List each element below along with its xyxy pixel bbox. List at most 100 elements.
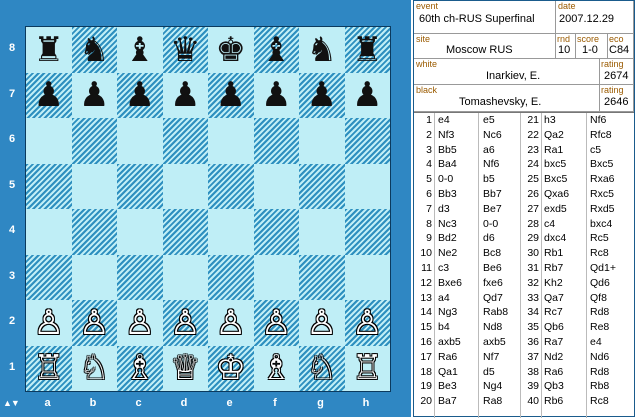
white-move[interactable]: b4: [438, 320, 450, 335]
white-move[interactable]: Ra6: [438, 350, 457, 365]
white-move[interactable]: d3: [438, 202, 450, 217]
square-g3[interactable]: [299, 254, 345, 300]
white-queen-icon[interactable]: ♕: [170, 351, 200, 385]
black-move[interactable]: Bc8: [483, 246, 501, 261]
black-pawn-icon[interactable]: ♟: [261, 78, 291, 112]
white-rook-icon[interactable]: ♖: [352, 351, 382, 385]
black-pawn-icon[interactable]: ♟: [352, 78, 382, 112]
square-a5[interactable]: [26, 163, 72, 209]
square-c7[interactable]: ♟: [117, 72, 163, 118]
square-d7[interactable]: ♟: [162, 72, 208, 118]
square-e4[interactable]: [208, 209, 254, 255]
black-move[interactable]: Ng4: [483, 379, 502, 394]
black-move[interactable]: c5: [590, 143, 601, 158]
black-move[interactable]: Rxd5: [590, 202, 615, 217]
black-move[interactable]: fxe6: [483, 276, 503, 291]
white-move[interactable]: Qb3: [544, 379, 564, 394]
square-f5[interactable]: [253, 163, 299, 209]
square-f3[interactable]: [253, 254, 299, 300]
black-move[interactable]: axb5: [483, 335, 506, 350]
square-g8[interactable]: ♞: [299, 27, 345, 73]
white-move[interactable]: Bxe6: [438, 276, 462, 291]
black-move[interactable]: Qf8: [590, 291, 607, 306]
square-h1[interactable]: ♖: [344, 345, 390, 391]
black-move[interactable]: Rd8: [590, 365, 609, 380]
black-bishop-icon[interactable]: ♝: [125, 33, 155, 67]
white-pawn-icon[interactable]: ♙: [125, 306, 155, 340]
square-e8[interactable]: ♚: [208, 27, 254, 73]
square-e5[interactable]: [208, 163, 254, 209]
square-c4[interactable]: [117, 209, 163, 255]
black-move[interactable]: Rc8: [590, 246, 609, 261]
white-move[interactable]: Rc7: [544, 305, 563, 320]
black-move[interactable]: Re8: [590, 320, 609, 335]
black-bishop-icon[interactable]: ♝: [261, 33, 291, 67]
black-move[interactable]: b5: [483, 172, 495, 187]
white-move[interactable]: Nd2: [544, 350, 563, 365]
black-pawn-icon[interactable]: ♟: [216, 78, 246, 112]
white-move[interactable]: Rb6: [544, 394, 563, 409]
square-b6[interactable]: [71, 118, 117, 164]
square-b4[interactable]: [71, 209, 117, 255]
square-b2[interactable]: ♙: [71, 300, 117, 346]
black-move[interactable]: Nf6: [483, 157, 499, 172]
black-move[interactable]: Rc8: [590, 394, 609, 409]
white-move[interactable]: a4: [438, 291, 450, 306]
white-bishop-icon[interactable]: ♗: [125, 351, 155, 385]
white-move[interactable]: c4: [544, 217, 555, 232]
white-pawn-icon[interactable]: ♙: [352, 306, 382, 340]
black-move[interactable]: Rfc8: [590, 128, 612, 143]
square-d8[interactable]: ♛: [162, 27, 208, 73]
white-move[interactable]: Ra6: [544, 365, 563, 380]
white-move[interactable]: Qa7: [544, 291, 564, 306]
white-move[interactable]: Rb1: [544, 246, 563, 261]
white-move[interactable]: Nf3: [438, 128, 454, 143]
white-move[interactable]: c3: [438, 261, 449, 276]
square-h2[interactable]: ♙: [344, 300, 390, 346]
square-d5[interactable]: [162, 163, 208, 209]
black-move[interactable]: Nc6: [483, 128, 502, 143]
square-f7[interactable]: ♟: [253, 72, 299, 118]
square-c1[interactable]: ♗: [117, 345, 163, 391]
square-b3[interactable]: [71, 254, 117, 300]
square-c8[interactable]: ♝: [117, 27, 163, 73]
black-move[interactable]: Nf7: [483, 350, 499, 365]
black-move[interactable]: d6: [483, 231, 495, 246]
white-move[interactable]: Bxc5: [544, 172, 567, 187]
square-b5[interactable]: [71, 163, 117, 209]
square-f2[interactable]: ♙: [253, 300, 299, 346]
white-pawn-icon[interactable]: ♙: [261, 306, 291, 340]
black-move[interactable]: Rb8: [590, 379, 609, 394]
square-e3[interactable]: [208, 254, 254, 300]
white-move[interactable]: Qxa6: [544, 187, 569, 202]
black-move[interactable]: d5: [483, 365, 495, 380]
square-e6[interactable]: [208, 118, 254, 164]
black-pawn-icon[interactable]: ♟: [79, 78, 109, 112]
black-move[interactable]: Rc5: [590, 231, 609, 246]
black-pawn-icon[interactable]: ♟: [307, 78, 337, 112]
square-f1[interactable]: ♗: [253, 345, 299, 391]
black-rook-icon[interactable]: ♜: [34, 33, 64, 67]
white-move[interactable]: Bb5: [438, 143, 457, 158]
white-move[interactable]: Ng3: [438, 305, 457, 320]
white-rook-icon[interactable]: ♖: [34, 351, 64, 385]
square-h8[interactable]: ♜: [344, 27, 390, 73]
black-move[interactable]: e5: [483, 113, 495, 128]
white-pawn-icon[interactable]: ♙: [307, 306, 337, 340]
black-move[interactable]: Nd6: [590, 350, 609, 365]
square-c3[interactable]: [117, 254, 163, 300]
square-a2[interactable]: ♙: [26, 300, 72, 346]
square-g4[interactable]: [299, 209, 345, 255]
square-h6[interactable]: [344, 118, 390, 164]
black-move[interactable]: Rab8: [483, 305, 508, 320]
square-c2[interactable]: ♙: [117, 300, 163, 346]
black-move[interactable]: Qd1+: [590, 261, 616, 276]
white-move[interactable]: Qa1: [438, 365, 458, 380]
black-pawn-icon[interactable]: ♟: [170, 78, 200, 112]
white-move[interactable]: Be3: [438, 379, 457, 394]
white-pawn-icon[interactable]: ♙: [79, 306, 109, 340]
black-move[interactable]: Nf6: [590, 113, 606, 128]
square-e2[interactable]: ♙: [208, 300, 254, 346]
square-g5[interactable]: [299, 163, 345, 209]
black-move[interactable]: Rxc5: [590, 187, 614, 202]
